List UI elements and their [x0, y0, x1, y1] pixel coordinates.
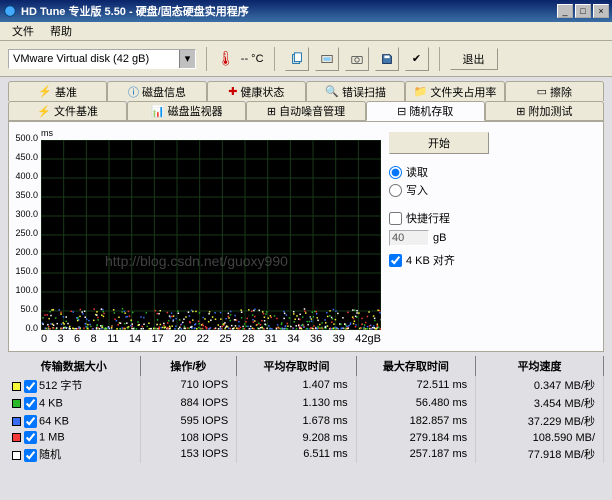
tab-errorscan[interactable]: 🔍错误扫描 — [306, 81, 405, 101]
y-axis-labels: 0.050.0100.0150.0200.0250.0300.0350.0400… — [15, 138, 40, 328]
separator — [439, 47, 440, 71]
tab-monitor[interactable]: 📊磁盘监视器 — [127, 101, 246, 121]
size-unit: gB — [433, 232, 446, 244]
shortstroke-group: 快捷行程 gB — [389, 208, 489, 246]
random-icon: ⊟ — [397, 105, 406, 118]
menu-bar: 文件 帮助 — [0, 22, 612, 41]
minimize-button[interactable]: _ — [557, 4, 573, 18]
table-row: 1 MB108 IOPS9.208 ms279.184 ms108.590 MB… — [8, 430, 604, 445]
disk-select[interactable]: ▾ — [8, 49, 196, 69]
plus-icon: ✚ — [228, 85, 237, 98]
main-panel: ms 0.050.0100.0150.0200.0250.0300.0350.0… — [8, 121, 604, 352]
sound-icon: ⊞ — [267, 105, 276, 118]
copy-info-button[interactable] — [285, 47, 309, 71]
camera-button[interactable] — [345, 47, 369, 71]
color-swatch — [12, 399, 21, 408]
separator — [274, 47, 275, 71]
radio-write[interactable]: 写入 — [389, 182, 489, 198]
separator — [206, 47, 207, 71]
screenshot-button[interactable] — [315, 47, 339, 71]
tab-aam[interactable]: ⊞自动噪音管理 — [246, 101, 365, 121]
close-button[interactable]: × — [593, 4, 609, 18]
options-button[interactable]: ✔ — [405, 47, 429, 71]
col-size: 传输数据大小 — [8, 356, 140, 376]
col-max: 最大存取时间 — [356, 356, 475, 376]
table-row: 随机153 IOPS6.511 ms257.187 ms77.918 MB/秒 — [8, 445, 604, 463]
tab-diskinfo[interactable]: ⓘ磁盘信息 — [107, 81, 206, 101]
shortstroke-check[interactable]: 快捷行程 — [389, 210, 489, 226]
extra-icon: ⊞ — [516, 105, 525, 118]
maximize-button[interactable]: □ — [575, 4, 591, 18]
tab-health[interactable]: ✚健康状态 — [207, 81, 306, 101]
mode-group: 读取 写入 — [389, 160, 489, 202]
menu-help[interactable]: 帮助 — [42, 21, 80, 41]
y-unit: ms — [41, 128, 381, 138]
table-row: 4 KB884 IOPS1.130 ms56.480 ms3.454 MB/秒 — [8, 394, 604, 412]
tab-folderusage[interactable]: 📁文件夹占用率 — [405, 81, 504, 101]
color-swatch — [12, 433, 21, 442]
results-table: 传输数据大小操作/秒平均存取时间最大存取时间平均速度 512 字节710 IOP… — [8, 356, 604, 463]
tab-benchmark[interactable]: ⚡基准 — [8, 81, 107, 101]
save-button[interactable] — [375, 47, 399, 71]
col-avg: 平均存取时间 — [237, 356, 356, 376]
color-swatch — [12, 382, 21, 391]
scatter-chart — [41, 140, 381, 330]
title-bar: HD Tune 专业版 5.50 - 硬盘/固态硬盘实用程序 _ □ × — [0, 0, 612, 22]
align-check[interactable]: 4 KB 对齐 — [389, 252, 489, 268]
temperature-value: -- °C — [241, 53, 264, 65]
row-check[interactable] — [24, 415, 37, 428]
row-check[interactable] — [24, 449, 37, 462]
table-row: 512 字节710 IOPS1.407 ms72.511 ms0.347 MB/… — [8, 376, 604, 394]
start-button[interactable]: 开始 — [389, 132, 489, 154]
tab-erase[interactable]: ▭擦除 — [505, 81, 604, 101]
file-icon: ⚡ — [37, 105, 51, 118]
app-icon — [3, 4, 17, 18]
tab-random-access[interactable]: ⊟随机存取 — [366, 101, 485, 121]
erase-icon: ▭ — [537, 85, 547, 98]
info-icon: ⓘ — [128, 84, 139, 100]
chart-area: ms 0.050.0100.0150.0200.0250.0300.0350.0… — [15, 128, 381, 345]
tab-extra[interactable]: ⊞附加测试 — [485, 101, 604, 121]
exit-button[interactable]: 退出 — [450, 48, 498, 70]
radio-read[interactable]: 读取 — [389, 164, 489, 180]
tab-filebench[interactable]: ⚡文件基准 — [8, 101, 127, 121]
disk-select-value[interactable] — [9, 50, 179, 68]
color-swatch — [12, 451, 21, 460]
col-ops: 操作/秒 — [140, 356, 237, 376]
row-check[interactable] — [24, 397, 37, 410]
table-row: 64 KB595 IOPS1.678 ms182.857 ms37.229 MB… — [8, 412, 604, 430]
x-axis-labels: 0368111417202225283134363942gB — [41, 333, 381, 345]
monitor-icon: 📊 — [151, 105, 165, 118]
row-check[interactable] — [24, 431, 37, 444]
window-title: HD Tune 专业版 5.50 - 硬盘/固态硬盘实用程序 — [21, 3, 555, 19]
thermometer-icon: 🌡 — [217, 50, 235, 67]
col-speed: 平均速度 — [476, 356, 604, 376]
folder-icon: 📁 — [414, 85, 428, 98]
search-icon: 🔍 — [325, 85, 339, 98]
shortstroke-size[interactable] — [389, 230, 429, 246]
menu-file[interactable]: 文件 — [4, 21, 42, 41]
toolbar: ▾ 🌡 -- °C ✔ 退出 — [0, 41, 612, 77]
tab-row-1: ⚡基准 ⓘ磁盘信息 ✚健康状态 🔍错误扫描 📁文件夹占用率 ▭擦除 — [8, 81, 604, 101]
bolt-icon: ⚡ — [38, 85, 52, 98]
color-swatch — [12, 417, 21, 426]
side-controls: 开始 读取 写入 快捷行程 gB 4 KB 对齐 — [389, 128, 489, 345]
chevron-down-icon[interactable]: ▾ — [179, 50, 195, 68]
tab-row-2: ⚡文件基准 📊磁盘监视器 ⊞自动噪音管理 ⊟随机存取 ⊞附加测试 — [8, 101, 604, 121]
row-check[interactable] — [24, 380, 37, 393]
